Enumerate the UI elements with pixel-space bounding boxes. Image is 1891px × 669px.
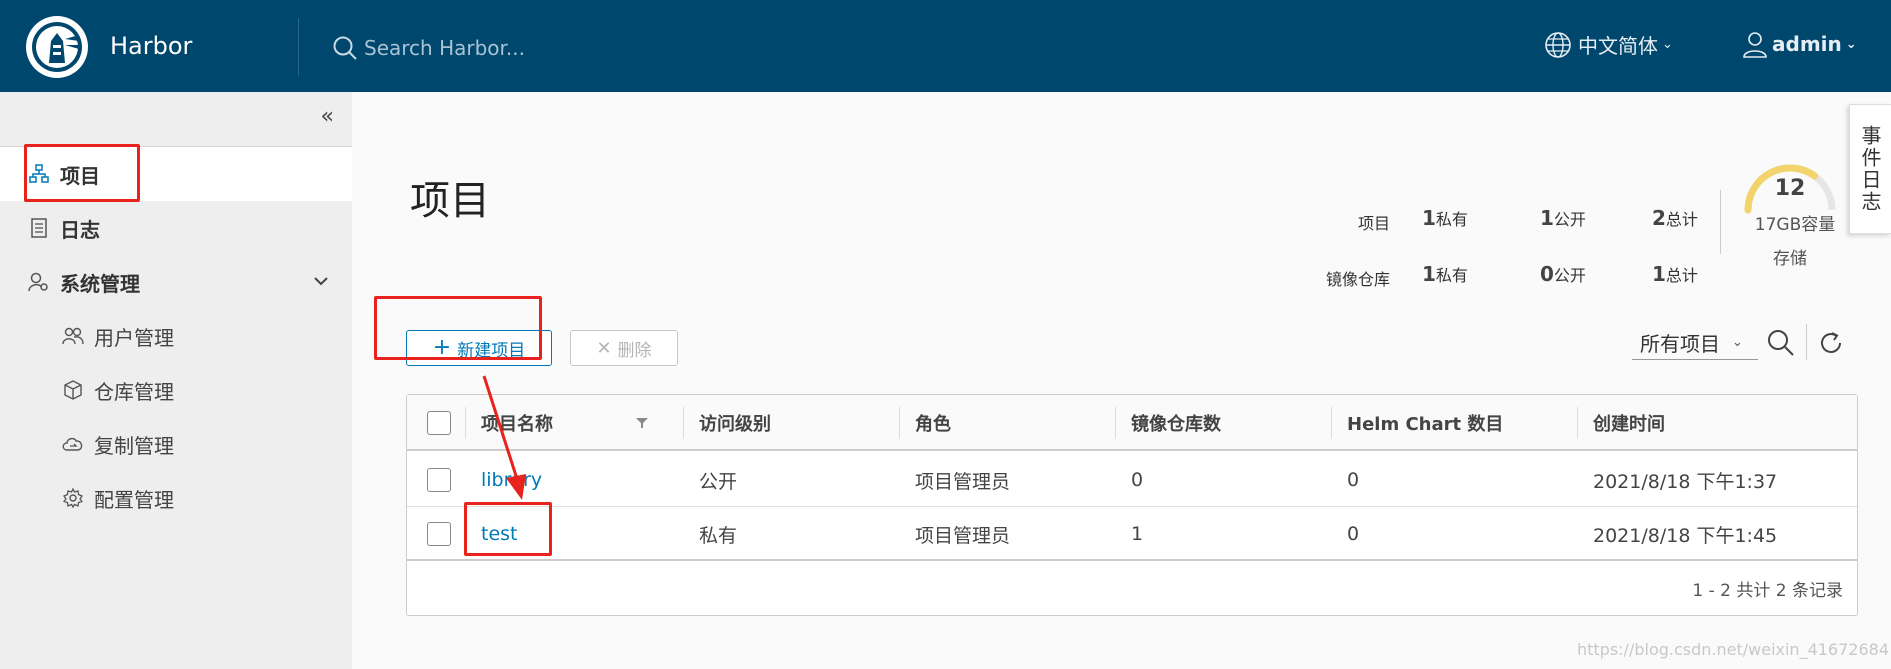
row-checkbox[interactable] xyxy=(427,468,451,492)
sidebar-sub-label: 仓库管理 xyxy=(94,379,174,404)
sidebar-item-logs[interactable]: 日志 xyxy=(0,201,352,255)
collapse-sidebar-icon[interactable]: « xyxy=(321,104,334,129)
chevron-down-icon: ⌄ xyxy=(1732,335,1743,350)
header-divider xyxy=(298,18,299,76)
users-icon xyxy=(62,325,84,347)
column-label: 创建时间 xyxy=(1593,414,1665,435)
new-project-label: 新建项目 xyxy=(457,340,526,361)
cell-role: 项目管理员 xyxy=(915,524,1011,547)
column-label: 角色 xyxy=(915,414,951,435)
search-icon[interactable] xyxy=(1766,328,1796,358)
project-link[interactable]: test xyxy=(481,523,518,545)
sidebar: « 项目 日志 系统管理 用户管理 仓库管理 复制管理 配置管理 xyxy=(0,92,352,669)
pagination-summary: 1 - 2 共计 2 条记录 xyxy=(1692,581,1843,601)
sidebar-item-replication-management[interactable]: 复制管理 xyxy=(0,417,352,471)
column-header-repos[interactable]: 镜像仓库数 xyxy=(1115,395,1331,451)
cell-repos: 0 xyxy=(1131,469,1144,491)
globe-icon xyxy=(1545,31,1571,58)
row-checkbox[interactable] xyxy=(427,522,451,546)
stat-total: 2总计 xyxy=(1652,206,1698,230)
column-label: 访问级别 xyxy=(699,414,771,435)
stat-private: 1私有 xyxy=(1422,262,1468,286)
table-header: 项目名称 访问级别 角色 镜像仓库数 Helm Chart 数目 创建时间 xyxy=(407,395,1857,451)
event-log-label: 事件日志 xyxy=(1858,125,1882,213)
projects-icon xyxy=(28,163,50,185)
global-search[interactable] xyxy=(332,30,692,66)
sidebar-item-configuration[interactable]: 配置管理 xyxy=(0,471,352,525)
chevron-down-icon: ⌄ xyxy=(1662,37,1673,52)
stats-divider xyxy=(1720,190,1721,254)
delete-button[interactable]: ✕ 删除 xyxy=(570,330,678,366)
column-header-access[interactable]: 访问级别 xyxy=(683,395,899,451)
close-icon: ✕ xyxy=(596,337,612,359)
sidebar-item-label: 日志 xyxy=(60,217,100,242)
sidebar-item-label: 项目 xyxy=(60,163,100,188)
sidebar-item-label: 系统管理 xyxy=(60,271,140,296)
top-header: Harbor 中文简体 ⌄ admin ⌄ xyxy=(0,0,1891,92)
chevron-down-icon xyxy=(314,277,328,286)
stat-label: 项目 xyxy=(1357,214,1390,233)
user-menu[interactable]: admin ⌄ xyxy=(1742,30,1857,58)
language-selector[interactable]: 中文简体 ⌄ xyxy=(1544,30,1673,59)
projects-table: 项目名称 访问级别 角色 镜像仓库数 Helm Chart 数目 创建时间 li… xyxy=(406,394,1858,616)
sidebar-item-user-management[interactable]: 用户管理 xyxy=(0,309,352,363)
event-log-tab[interactable]: 事件日志 xyxy=(1849,104,1891,234)
stat-total: 1总计 xyxy=(1652,262,1698,286)
cell-charts: 0 xyxy=(1347,469,1360,491)
admin-icon xyxy=(28,271,50,293)
delete-label: 删除 xyxy=(617,340,652,361)
cell-created: 2021/8/18 下午1:45 xyxy=(1593,524,1778,547)
column-header-created[interactable]: 创建时间 xyxy=(1577,395,1837,451)
column-label: 镜像仓库数 xyxy=(1131,414,1221,435)
cell-access: 私有 xyxy=(699,524,738,547)
storage-label: 存储 xyxy=(1773,249,1807,269)
toolbar-divider xyxy=(1806,324,1807,360)
cell-repos: 1 xyxy=(1131,523,1144,545)
user-icon xyxy=(1743,32,1767,58)
sidebar-item-system-admin[interactable]: 系统管理 xyxy=(0,255,352,309)
cell-charts: 0 xyxy=(1347,523,1360,545)
stat-public: 1公开 xyxy=(1540,206,1586,230)
cube-icon xyxy=(62,379,84,401)
cell-role: 项目管理员 xyxy=(915,470,1011,493)
app-title[interactable]: Harbor xyxy=(110,32,192,60)
stat-private: 1私有 xyxy=(1422,206,1468,230)
new-project-button[interactable]: + 新建项目 xyxy=(406,330,552,366)
gear-icon xyxy=(62,487,84,509)
cloud-sync-icon xyxy=(62,433,84,455)
search-input[interactable] xyxy=(364,36,664,60)
user-name: admin xyxy=(1772,32,1842,56)
search-icon xyxy=(333,36,357,60)
chevron-down-icon: ⌄ xyxy=(1845,36,1857,52)
stat-label: 镜像仓库 xyxy=(1325,270,1390,289)
select-all-checkbox[interactable] xyxy=(427,411,451,435)
sidebar-item-registry-management[interactable]: 仓库管理 xyxy=(0,363,352,417)
filter-value: 所有项目 xyxy=(1640,332,1720,356)
sidebar-sub-label: 用户管理 xyxy=(94,325,174,350)
filter-icon[interactable] xyxy=(635,417,649,429)
sidebar-sub-label: 配置管理 xyxy=(94,487,174,512)
column-header-charts[interactable]: Helm Chart 数目 xyxy=(1331,395,1577,451)
project-filter-select[interactable]: 所有项目 ⌄ xyxy=(1632,326,1758,360)
annotation-arrow xyxy=(482,375,526,500)
table-row[interactable]: library 公开 项目管理员 0 0 2021/8/18 下午1:37 xyxy=(407,453,1857,507)
refresh-icon[interactable] xyxy=(1816,328,1846,358)
log-icon xyxy=(28,217,50,239)
table-row[interactable]: test 私有 项目管理员 1 0 2021/8/18 下午1:45 xyxy=(407,507,1857,561)
page-title: 项目 xyxy=(410,178,490,224)
cell-name: test xyxy=(465,507,518,561)
harbor-logo-icon[interactable] xyxy=(26,16,88,78)
storage-capacity: 17GB容量 xyxy=(1754,215,1836,235)
column-header-role[interactable]: 角色 xyxy=(899,395,1115,451)
sidebar-item-projects[interactable]: 项目 xyxy=(0,147,352,201)
language-label: 中文简体 xyxy=(1578,34,1658,58)
stat-public: 0公开 xyxy=(1540,262,1586,286)
sidebar-sub-label: 复制管理 xyxy=(94,433,174,458)
column-label: Helm Chart 数目 xyxy=(1347,414,1504,435)
watermark: https://blog.csdn.net/weixin_41672684 xyxy=(1576,640,1889,659)
plus-icon: + xyxy=(432,335,452,360)
storage-value: 12 xyxy=(1774,176,1806,201)
cell-access: 公开 xyxy=(699,470,738,493)
cell-created: 2021/8/18 下午1:37 xyxy=(1593,470,1778,493)
